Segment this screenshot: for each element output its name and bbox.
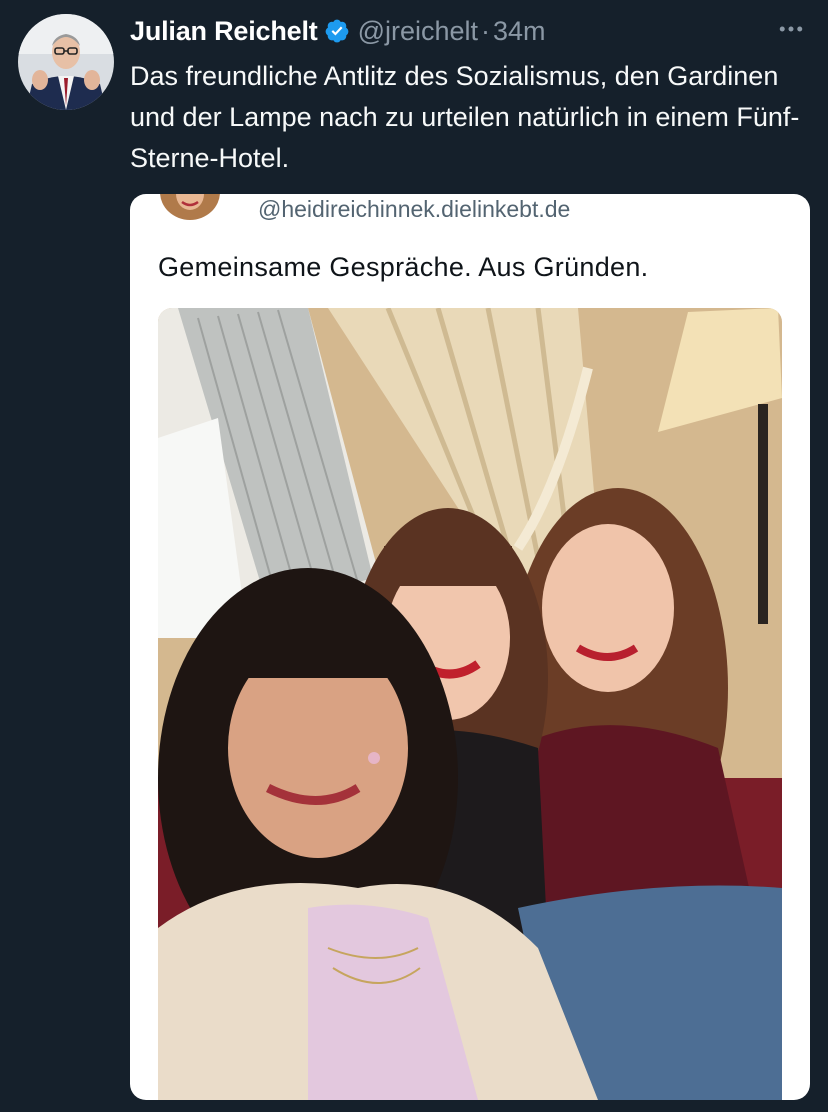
quoted-post-card[interactable]: @heidireichinnek.dielinkebt.de Gemeinsam…	[130, 194, 810, 1100]
more-horizontal-icon	[779, 26, 803, 32]
quoted-author-handle: @heidireichinnek.dielinkebt.de	[258, 196, 571, 222]
tweet-text: Das freundliche Antlitz des Sozialismus,…	[130, 61, 800, 173]
quoted-author-avatar	[158, 194, 222, 222]
quoted-post-text: Gemeinsame Gespräche. Aus Gründen.	[158, 252, 649, 282]
tweet-header: Julian Reichelt @jreichelt · 34m	[130, 14, 546, 48]
author-name[interactable]: Julian Reichelt	[130, 16, 318, 47]
more-options-button[interactable]	[774, 14, 808, 44]
author-handle[interactable]: @jreichelt	[358, 16, 478, 47]
tweet[interactable]: Julian Reichelt @jreichelt · 34m Das fre…	[0, 0, 828, 1112]
quoted-post-photo[interactable]	[158, 308, 782, 1100]
separator-dot: ·	[481, 15, 491, 46]
verified-badge-icon	[324, 18, 350, 44]
tweet-timestamp[interactable]: 34m	[493, 16, 546, 47]
author-avatar[interactable]	[18, 14, 114, 110]
